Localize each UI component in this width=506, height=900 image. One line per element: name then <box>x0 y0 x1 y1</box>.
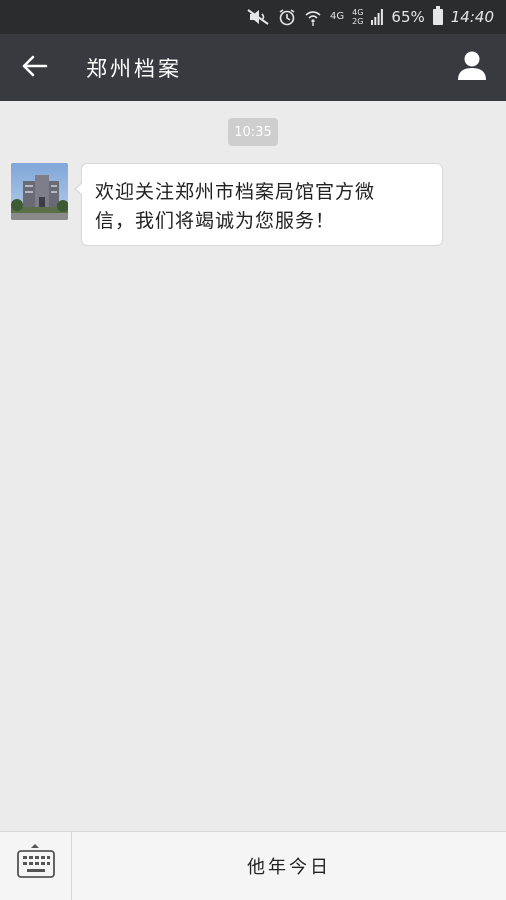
alarm-icon <box>278 8 296 26</box>
mute-icon <box>246 9 270 25</box>
arrow-left-icon <box>22 55 48 81</box>
wifi-icon <box>304 8 322 26</box>
caret-up-icon <box>31 844 39 848</box>
keyboard-icon <box>16 850 55 882</box>
battery-percent: 65% <box>391 8 425 26</box>
keyboard-toggle-button[interactable] <box>0 832 72 900</box>
signal-bars-icon <box>371 9 384 25</box>
avatar[interactable] <box>11 163 68 220</box>
menu-item-this-day[interactable]: 他年今日 <box>72 832 506 900</box>
title-bar: 郑州档案 <box>0 34 506 101</box>
signal-icon: 4G 2G <box>352 8 363 26</box>
page-title: 郑州档案 <box>86 56 182 81</box>
message-text: 欢迎关注郑州市档案局馆官方微信，我们将竭诚为您服务！ <box>95 181 376 232</box>
bottom-menu-bar: 他年今日 <box>0 831 506 900</box>
chat-area[interactable]: 10:35 欢迎关注郑州市档案局馆官方微信，我们将竭诚为您服务！ <box>0 101 506 831</box>
person-icon <box>456 49 488 85</box>
network-type-label: 4G <box>330 11 345 22</box>
profile-button[interactable] <box>452 47 492 87</box>
status-bar: 4G 4G 2G 65% 14:40 <box>0 0 506 34</box>
battery-icon <box>432 6 443 25</box>
network2-bottom-label: 2G <box>352 17 364 26</box>
status-time: 14:40 <box>450 8 494 26</box>
message-timestamp: 10:35 <box>228 118 278 146</box>
back-button[interactable] <box>0 34 70 101</box>
message-bubble[interactable]: 欢迎关注郑州市档案局馆官方微信，我们将竭诚为您服务！ <box>74 163 443 246</box>
network2-top-label: 4G <box>352 8 364 17</box>
